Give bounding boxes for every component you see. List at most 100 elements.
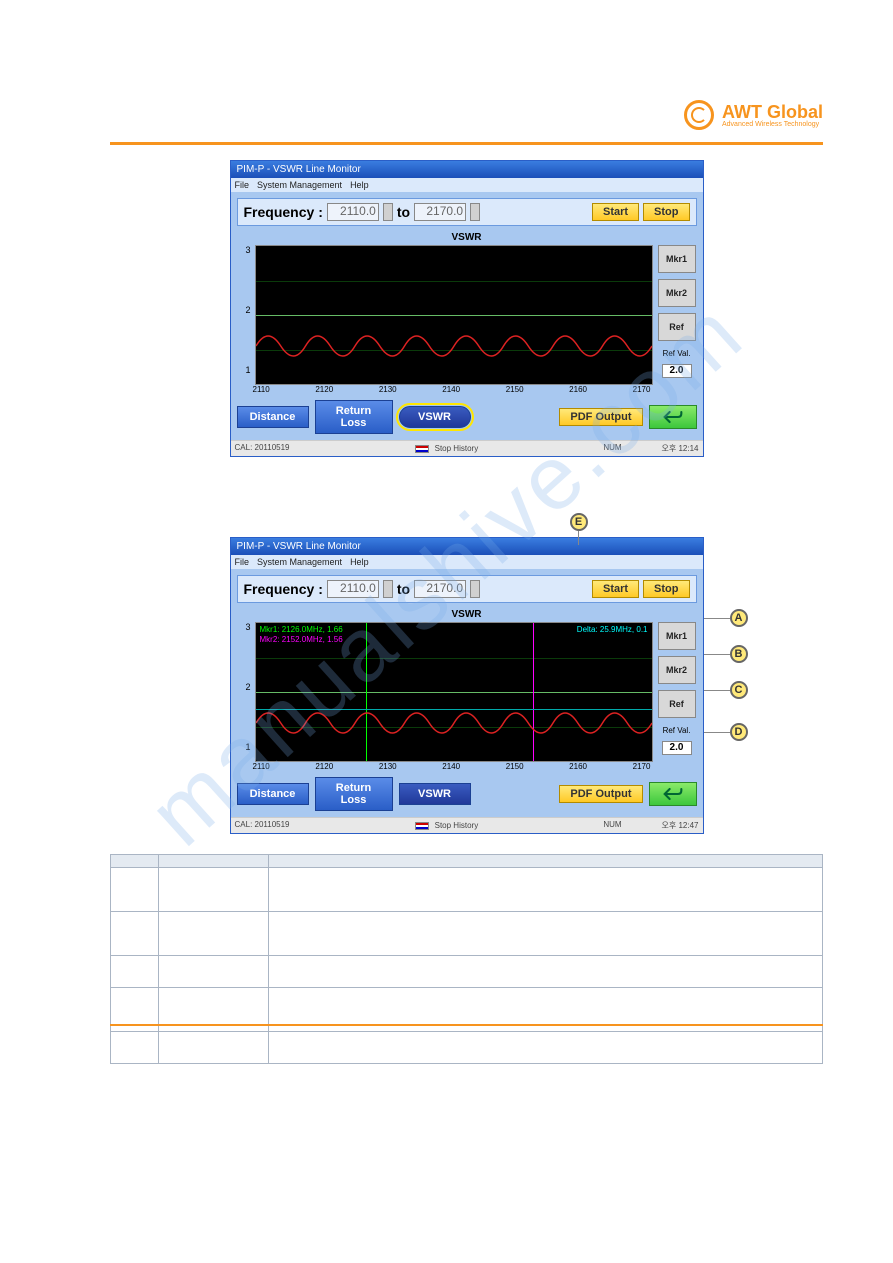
y-tick: 1 xyxy=(237,365,251,375)
status-mid: Stop History xyxy=(435,821,479,830)
freq-to-input[interactable]: 2170.0 xyxy=(414,580,466,598)
stop-button[interactable]: Stop xyxy=(643,203,689,221)
status-bar: CAL: 20110519 Stop History NUM 오후 12:14 xyxy=(231,440,703,456)
x-tick: 2120 xyxy=(315,762,333,771)
mkr1-button[interactable]: Mkr1 xyxy=(658,622,696,650)
table-row: C xyxy=(111,956,823,988)
freq-to-spinner[interactable] xyxy=(470,580,480,598)
window-title: PIM-P - VSWR Line Monitor xyxy=(231,538,703,555)
menu-help[interactable]: Help xyxy=(350,180,369,190)
frequency-label: Frequency : xyxy=(244,204,323,220)
cal-status: CAL: 20110519 xyxy=(235,443,290,454)
description-table: A B C D E xyxy=(110,854,823,1064)
x-tick: 2170 xyxy=(633,762,651,771)
x-tick: 2150 xyxy=(506,762,524,771)
status-time: 오후 12:47 xyxy=(662,820,699,831)
pdf-output-button[interactable]: PDF Output xyxy=(559,408,642,426)
ref-line xyxy=(256,315,652,316)
x-tick: 2140 xyxy=(442,385,460,394)
mkr2-button[interactable]: Mkr2 xyxy=(658,656,696,684)
menu-help[interactable]: Help xyxy=(350,557,369,567)
freq-from-input[interactable]: 2110.0 xyxy=(327,203,379,221)
status-mid: Stop History xyxy=(435,444,479,453)
return-loss-button[interactable]: Return Loss xyxy=(315,400,393,434)
freq-from-spinner[interactable] xyxy=(383,580,393,598)
table-row: A xyxy=(111,868,823,912)
mkr2-readout: Mkr2: 2152.0MHz, 1.56 xyxy=(260,635,343,645)
y-tick: 3 xyxy=(237,245,251,255)
freq-to-input[interactable]: 2170.0 xyxy=(414,203,466,221)
x-axis: 2110 2120 2130 2140 2150 2160 2170 xyxy=(251,385,653,394)
y-axis: 3 2 1 xyxy=(237,622,251,762)
x-tick: 2130 xyxy=(379,762,397,771)
vswr-trace xyxy=(256,326,652,366)
vswr-button[interactable]: VSWR xyxy=(399,406,471,428)
chart-title: VSWR xyxy=(237,607,697,622)
brand-tagline: Advanced Wireless Technology xyxy=(722,121,823,128)
refval-label: Ref Val. xyxy=(663,349,691,358)
vswr-chart[interactable] xyxy=(255,245,653,385)
x-tick: 2160 xyxy=(569,385,587,394)
start-button[interactable]: Start xyxy=(592,580,639,598)
status-time: 오후 12:14 xyxy=(662,443,699,454)
callout-a: A xyxy=(730,609,748,627)
cal-status: CAL: 20110519 xyxy=(235,820,290,831)
freq-to-spinner[interactable] xyxy=(470,203,480,221)
menu-bar: File System Management Help xyxy=(231,178,703,192)
table-header xyxy=(111,855,159,868)
window-title: PIM-P - VSWR Line Monitor xyxy=(231,161,703,178)
freq-from-input[interactable]: 2110.0 xyxy=(327,580,379,598)
distance-button[interactable]: Distance xyxy=(237,406,309,428)
menu-bar: File System Management Help xyxy=(231,555,703,569)
menu-system[interactable]: System Management xyxy=(257,557,342,567)
mkr2-button[interactable]: Mkr2 xyxy=(658,279,696,307)
freq-to-label: to xyxy=(397,204,410,220)
mkr1-readout: Mkr1: 2126.0MHz, 1.66 xyxy=(260,625,343,635)
x-tick: 2170 xyxy=(633,385,651,394)
vswr-button[interactable]: VSWR xyxy=(399,783,471,805)
brand-header: AWT Global Advanced Wireless Technology xyxy=(684,100,823,130)
screenshot-vswr-main: PIM-P - VSWR Line Monitor File System Ma… xyxy=(230,160,704,457)
frequency-panel: Frequency : 2110.0 to 2170.0 Start Stop xyxy=(237,198,697,226)
y-tick: 2 xyxy=(237,305,251,315)
ref-line xyxy=(256,692,652,693)
flag-icon xyxy=(415,822,429,830)
ref-button[interactable]: Ref xyxy=(658,690,696,718)
refval-input[interactable]: 2.0 xyxy=(662,741,692,755)
mkr1-button[interactable]: Mkr1 xyxy=(658,245,696,273)
freq-from-spinner[interactable] xyxy=(383,203,393,221)
status-num: NUM xyxy=(603,820,621,831)
menu-file[interactable]: File xyxy=(235,180,250,190)
ref-button[interactable]: Ref xyxy=(658,313,696,341)
return-loss-button[interactable]: Return Loss xyxy=(315,777,393,811)
callout-c: C xyxy=(730,681,748,699)
back-button[interactable] xyxy=(649,405,697,429)
return-arrow-icon xyxy=(663,787,683,801)
refval-input[interactable]: 2.0 xyxy=(662,364,692,378)
frequency-label: Frequency : xyxy=(244,581,323,597)
menu-system[interactable]: System Management xyxy=(257,180,342,190)
return-arrow-icon xyxy=(663,410,683,424)
delta-readout: Delta: 25.9MHz, 0.1 xyxy=(577,625,648,634)
y-tick: 3 xyxy=(237,622,251,632)
chart-title: VSWR xyxy=(237,230,697,245)
callout-e: E xyxy=(570,513,588,531)
x-tick: 2130 xyxy=(379,385,397,394)
x-axis: 2110 2120 2130 2140 2150 2160 2170 xyxy=(251,762,653,771)
callout-d: D xyxy=(730,723,748,741)
menu-file[interactable]: File xyxy=(235,557,250,567)
x-tick: 2140 xyxy=(442,762,460,771)
stop-button[interactable]: Stop xyxy=(643,580,689,598)
screenshot-vswr-markers: E PIM-P - VSWR Line Monitor File System … xyxy=(230,537,704,834)
header-divider xyxy=(110,142,823,145)
x-tick: 2120 xyxy=(315,385,333,394)
y-tick: 1 xyxy=(237,742,251,752)
vswr-chart[interactable]: Mkr1: 2126.0MHz, 1.66 Mkr2: 2152.0MHz, 1… xyxy=(255,622,653,762)
table-header xyxy=(159,855,269,868)
freq-to-label: to xyxy=(397,581,410,597)
back-button[interactable] xyxy=(649,782,697,806)
pdf-output-button[interactable]: PDF Output xyxy=(559,785,642,803)
y-axis: 3 2 1 xyxy=(237,245,251,385)
distance-button[interactable]: Distance xyxy=(237,783,309,805)
start-button[interactable]: Start xyxy=(592,203,639,221)
